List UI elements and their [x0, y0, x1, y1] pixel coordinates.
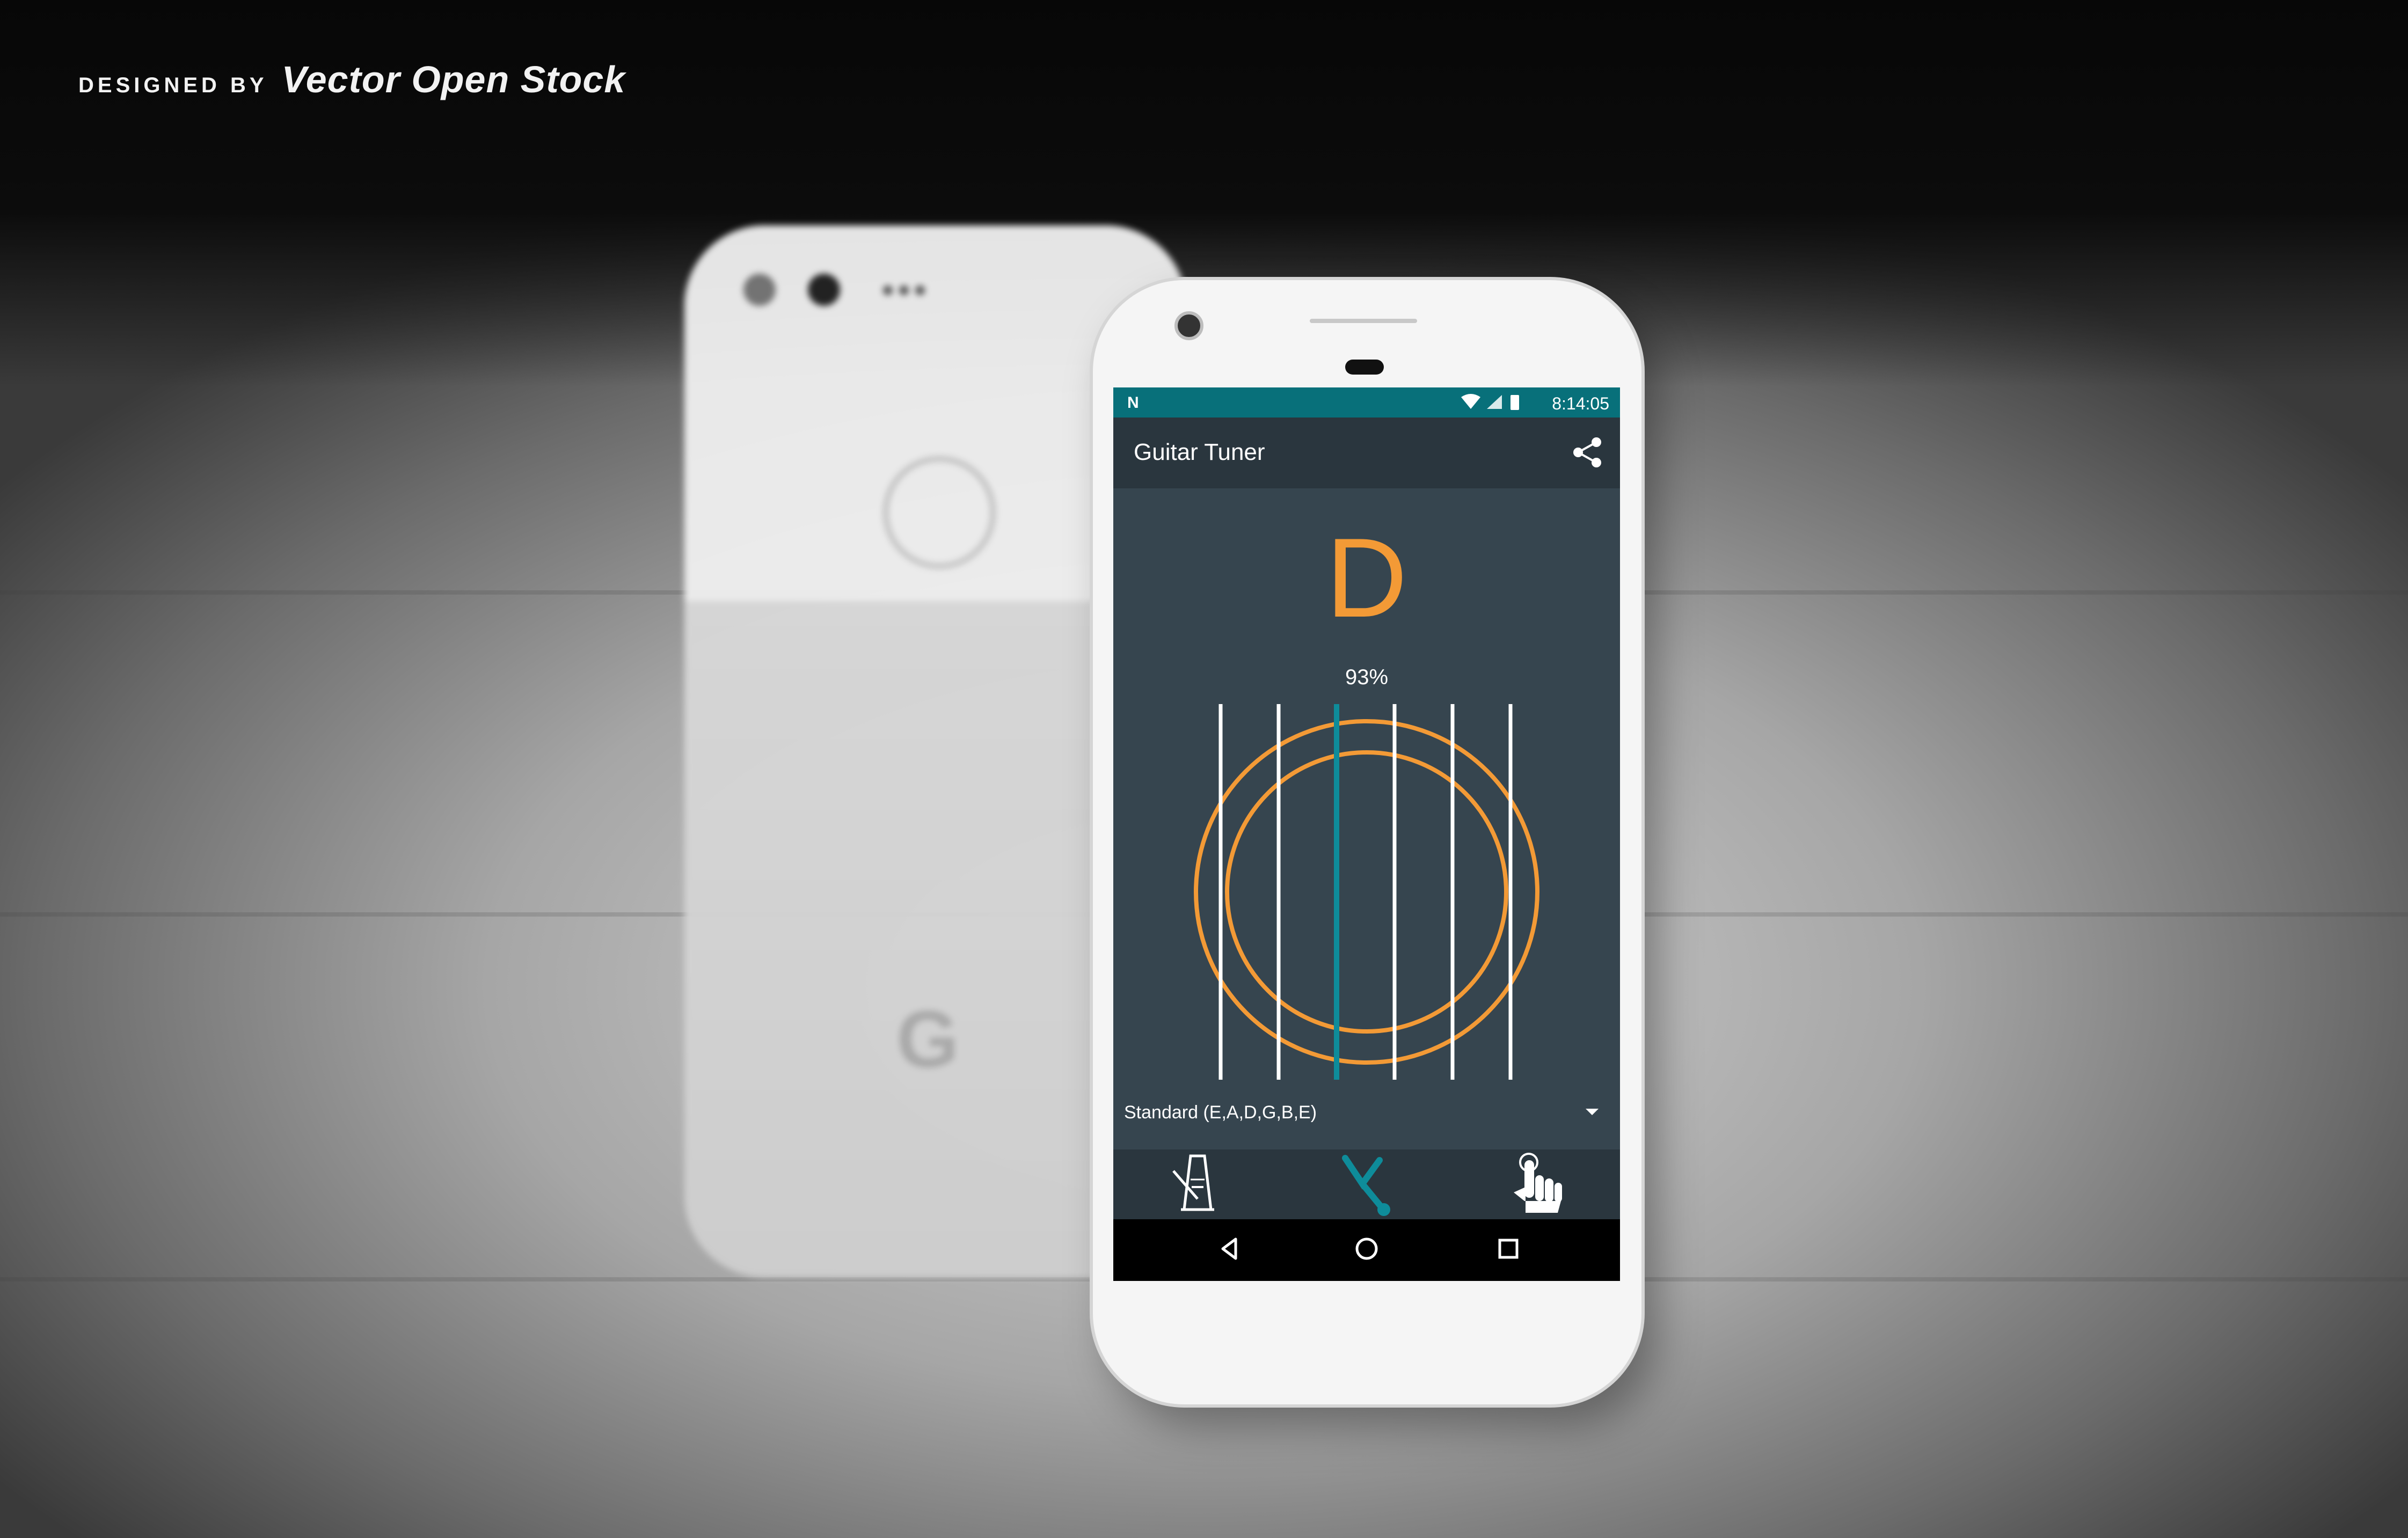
- dropdown-arrow-icon: [1586, 1109, 1599, 1115]
- phone-device: N 8:14:05 Guitar Tuner D 93% Standard (E…: [1093, 280, 1641, 1404]
- battery-icon: [1511, 395, 1519, 410]
- tuning-selected-value: Standard (E,A,D,G,B,E): [1124, 1102, 1317, 1123]
- signal-icon: [1487, 395, 1502, 409]
- system-navigation-bar: [1113, 1219, 1620, 1281]
- status-bar: N 8:14:05: [1113, 387, 1620, 418]
- inner-ring: [1225, 750, 1508, 1034]
- tuner-visualizer: [1194, 704, 1539, 1080]
- watermark-prefix: DESIGNED BY: [78, 74, 268, 97]
- sensor-dot-icon: [899, 285, 909, 295]
- nav-item-metronome[interactable]: [1113, 1149, 1282, 1219]
- back-icon[interactable]: [1213, 1233, 1245, 1265]
- fingerprint-sensor: [883, 456, 996, 569]
- proximity-sensor: [1345, 360, 1384, 375]
- home-icon[interactable]: [1351, 1233, 1383, 1265]
- status-time: 8:14:05: [1552, 394, 1609, 413]
- google-logo-icon: G: [896, 994, 959, 1084]
- tap-hand-icon: [1514, 1153, 1562, 1213]
- earpiece-speaker: [1310, 319, 1417, 323]
- camera-lens-icon: [808, 274, 840, 306]
- n-notification-icon: N: [1127, 394, 1139, 412]
- camera-lens-icon: [743, 274, 776, 306]
- sensor-dot-icon: [915, 285, 925, 295]
- app-title: Guitar Tuner: [1134, 439, 1265, 465]
- watermark: DESIGNED BY Vector Open Stock: [78, 58, 625, 101]
- app-bar: Guitar Tuner: [1113, 418, 1620, 488]
- bottom-navigation: [1113, 1149, 1620, 1219]
- detected-note: D: [1326, 515, 1407, 641]
- front-camera-icon: [1174, 311, 1203, 340]
- wifi-icon: [1461, 394, 1480, 409]
- nav-item-tuner[interactable]: [1282, 1149, 1450, 1219]
- accuracy-percent: 93%: [1345, 665, 1389, 689]
- tuning-select[interactable]: Standard (E,A,D,G,B,E): [1124, 1092, 1609, 1134]
- app-screen: N 8:14:05 Guitar Tuner D 93% Standard (E…: [1113, 387, 1620, 1281]
- tuning-fork-icon: [1342, 1155, 1390, 1216]
- share-icon[interactable]: [1571, 436, 1604, 469]
- nav-item-tap[interactable]: [1450, 1149, 1619, 1219]
- watermark-brand: Vector Open Stock: [281, 58, 626, 100]
- outer-ring: [1194, 719, 1539, 1065]
- status-icons: [1461, 394, 1519, 410]
- guitar-strings: [1218, 704, 1513, 1080]
- recents-icon[interactable]: [1492, 1233, 1524, 1265]
- sensor-dot-icon: [883, 285, 893, 295]
- metronome-icon: [1172, 1154, 1214, 1211]
